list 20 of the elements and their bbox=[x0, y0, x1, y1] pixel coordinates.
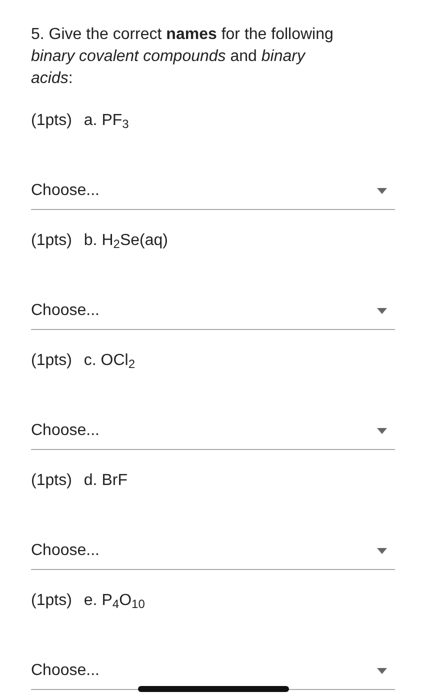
caret-icon bbox=[377, 668, 387, 674]
formula-label: d. BrF bbox=[84, 471, 128, 491]
caret-icon bbox=[377, 308, 387, 314]
points-label: (1pts) bbox=[31, 471, 72, 491]
answer-dropdown[interactable]: Choose... bbox=[31, 415, 395, 450]
caret-icon bbox=[377, 428, 387, 434]
answer-dropdown[interactable]: Choose... bbox=[31, 535, 395, 570]
caret-icon bbox=[377, 188, 387, 194]
formula-label: a. PF$_{3}$ bbox=[84, 111, 129, 133]
points-label: (1pts) bbox=[31, 231, 72, 251]
question-text: 5. Give the correct names for the following binary covalent compounds and binary acids: bbox=[31, 25, 334, 89]
caret-icon bbox=[377, 548, 387, 554]
formula-label: b. H$_{2}$Se(aq) bbox=[84, 231, 168, 253]
points-label: (1pts) bbox=[31, 591, 72, 611]
formula-label: c. OCl$_{2}$ bbox=[84, 351, 136, 373]
formula-label: e. P$_{4}$O$_{10}$ bbox=[84, 591, 145, 613]
points-label: (1pts) bbox=[31, 111, 72, 131]
answer-dropdown[interactable]: Choose... bbox=[31, 175, 395, 210]
points-label: (1pts) bbox=[31, 351, 72, 371]
answer-dropdown[interactable]: Choose... bbox=[31, 295, 395, 330]
